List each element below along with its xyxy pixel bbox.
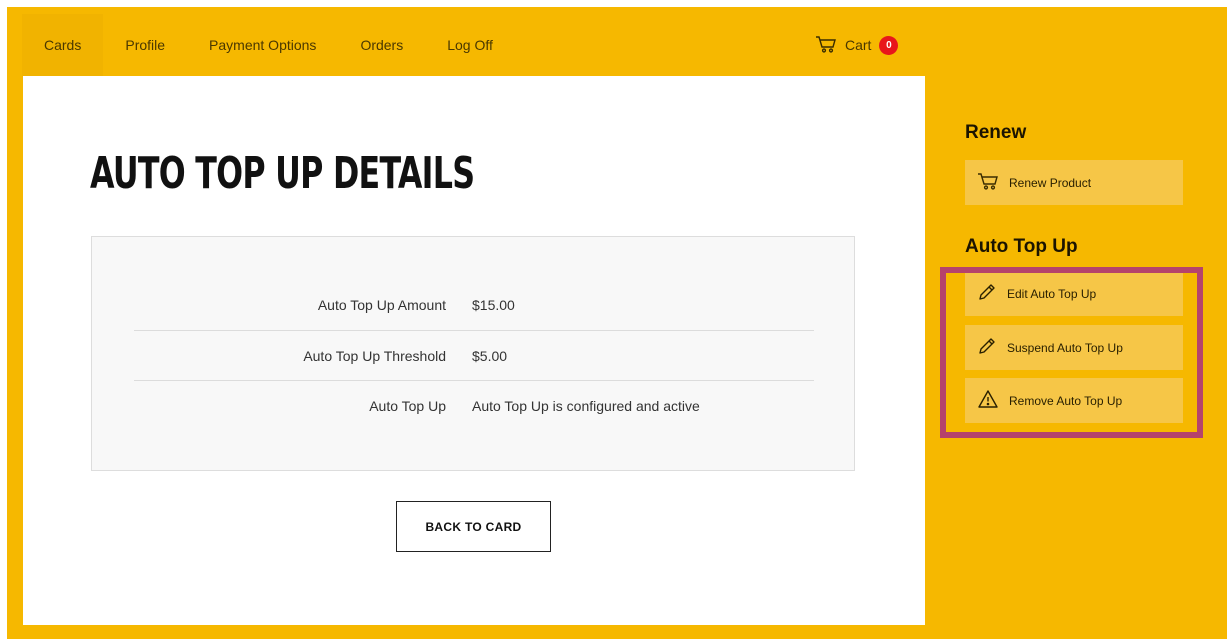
suspend-auto-top-up-button[interactable]: Suspend Auto Top Up [965, 325, 1183, 370]
detail-value: $5.00 [472, 348, 508, 364]
page-title: AUTO TOP UP DETAILS [90, 148, 475, 199]
detail-row-status: Auto Top Up Auto Top Up is configured an… [134, 380, 814, 431]
edit-auto-top-up-button[interactable]: Edit Auto Top Up [965, 271, 1183, 316]
main-panel: AUTO TOP UP DETAILS Auto Top Up Amount $… [23, 76, 925, 625]
cart-count-badge: 0 [879, 35, 899, 55]
pencil-icon [977, 336, 1007, 359]
remove-auto-top-up-label: Remove Auto Top Up [1009, 393, 1123, 408]
nav-item-log-off[interactable]: Log Off [425, 14, 515, 76]
detail-value: $15.00 [472, 297, 515, 313]
nav-item-profile[interactable]: Profile [103, 14, 187, 76]
detail-row-amount: Auto Top Up Amount $15.00 [134, 280, 814, 330]
detail-label: Auto Top Up Amount [317, 297, 446, 313]
renew-heading: Renew [965, 122, 1027, 143]
cart-icon [977, 172, 1009, 193]
renew-product-button[interactable]: Renew Product [965, 160, 1183, 205]
edit-auto-top-up-label: Edit Auto Top Up [1007, 286, 1097, 301]
cart-label: Cart [845, 37, 872, 53]
detail-value: Auto Top Up is configured and active [472, 398, 700, 414]
nav-item-orders[interactable]: Orders [338, 14, 425, 76]
cart-icon [815, 35, 837, 56]
nav-item-cards[interactable]: Cards [22, 14, 104, 76]
detail-label: Auto Top Up Threshold [303, 348, 446, 364]
renew-product-label: Renew Product [1009, 175, 1092, 190]
auto-top-up-heading: Auto Top Up [965, 236, 1078, 257]
detail-row-threshold: Auto Top Up Threshold $5.00 [134, 330, 814, 381]
back-to-card-button[interactable]: BACK TO CARD [396, 501, 551, 552]
details-box: Auto Top Up Amount $15.00 Auto Top Up Th… [91, 236, 855, 471]
suspend-auto-top-up-label: Suspend Auto Top Up [1007, 340, 1123, 355]
top-nav: Cards Profile Payment Options Orders Log… [22, 14, 515, 76]
detail-label: Auto Top Up [369, 398, 446, 414]
remove-auto-top-up-button[interactable]: Remove Auto Top Up [965, 378, 1183, 423]
warning-icon [977, 389, 1009, 412]
cart-link[interactable]: Cart 0 [815, 14, 899, 76]
nav-item-payment-options[interactable]: Payment Options [187, 14, 338, 76]
pencil-icon [977, 282, 1007, 305]
